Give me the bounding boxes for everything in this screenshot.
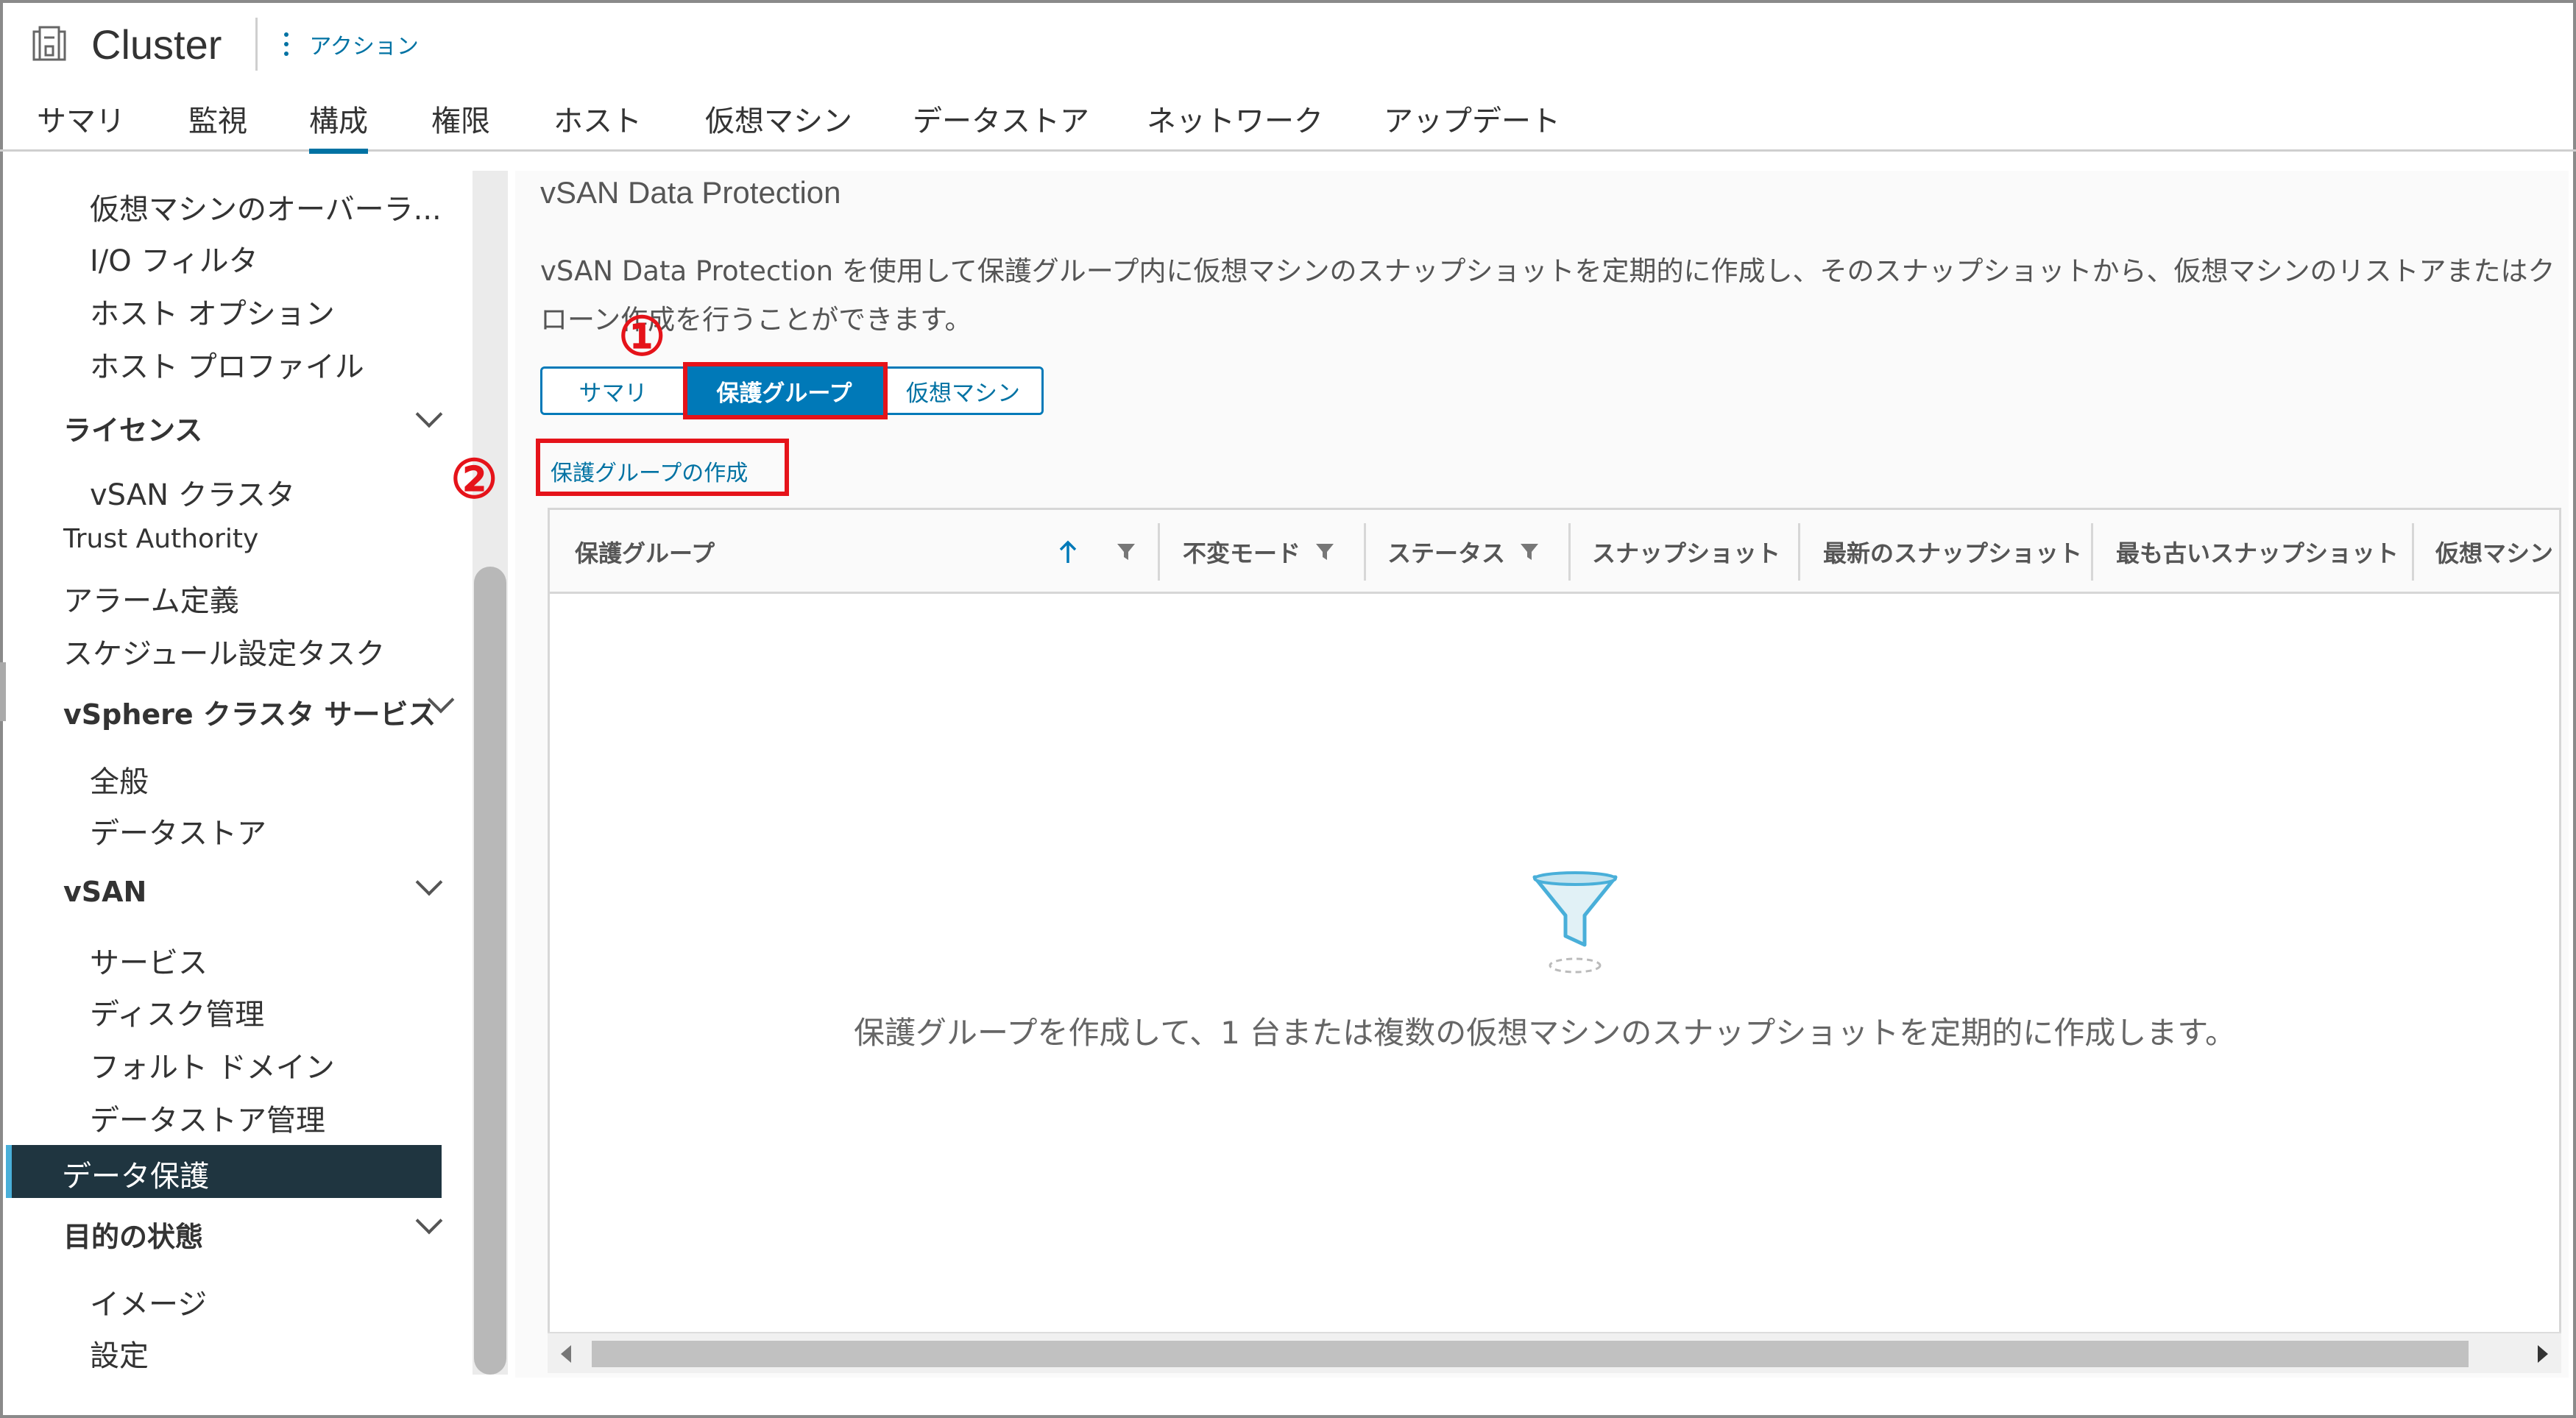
sidebar-item-scheduled-tasks[interactable]: スケジュール設定タスク [63, 630, 385, 673]
column-header-snapshots[interactable]: スナップショット [1592, 510, 1780, 594]
filter-icon[interactable] [1115, 541, 1137, 563]
object-header: Cluster アクション [29, 15, 419, 74]
sidebar-group-vsan[interactable]: vSAN [63, 876, 146, 908]
segment-vms[interactable]: 仮想マシン [882, 369, 1041, 413]
sidebar-item-image[interactable]: イメージ [90, 1280, 207, 1323]
tab-summary[interactable]: サマリ [37, 97, 125, 149]
sidebar-item-settings[interactable]: 設定 [90, 1332, 149, 1375]
sidebar-item-io-filters[interactable]: I/O フィルタ [90, 237, 258, 280]
column-separator [2091, 523, 2093, 581]
sidebar-item-vsan-cluster[interactable]: vSAN クラスタ [90, 471, 295, 514]
sort-ascending-icon[interactable] [1058, 539, 1078, 564]
tab-vms[interactable]: 仮想マシン [705, 97, 852, 149]
column-separator [1798, 523, 1800, 581]
filter-icon[interactable] [1518, 541, 1540, 563]
sidebar-item-alarm-definitions[interactable]: アラーム定義 [63, 577, 239, 620]
kebab-icon [284, 32, 289, 56]
column-label: 保護グループ [575, 539, 715, 567]
segment-summary[interactable]: サマリ [542, 369, 684, 413]
column-label: 不変モード [1183, 539, 1301, 567]
sidebar-item-data-protection[interactable]: データ保護 [6, 1145, 442, 1198]
column-separator [1364, 523, 1366, 581]
tab-datastores[interactable]: データストア [913, 97, 1089, 149]
column-label: 最新のスナップショット [1823, 539, 2083, 567]
config-sidebar: 仮想マシンのオーバーラ... I/O フィルタ ホスト オプション ホスト プロ… [6, 155, 471, 1376]
scroll-left-icon[interactable] [561, 1345, 571, 1363]
annotation-marker-1: ① [618, 305, 666, 367]
header-divider [255, 18, 258, 71]
annotation-marker-2: ② [450, 447, 498, 510]
section-title: vSAN Data Protection [540, 175, 841, 210]
column-header-oldest-snapshot[interactable]: 最も古いスナップショット [2116, 510, 2399, 594]
grid-empty-message: 保護グループを作成して、1 台または複数の仮想マシンのスナップショットを定期的に… [854, 1015, 2236, 1051]
sidebar-item-host-options[interactable]: ホスト オプション [90, 290, 335, 333]
sidebar-scrollbar-thumb[interactable] [474, 567, 506, 1375]
chevron-down-icon[interactable] [415, 1207, 443, 1235]
column-header-vms[interactable]: 仮想マシン [2435, 510, 2553, 594]
tab-updates[interactable]: アップデート [1384, 97, 1560, 149]
scroll-right-icon[interactable] [2538, 1345, 2548, 1363]
sidebar-item-host-profile[interactable]: ホスト プロファイル [90, 343, 364, 386]
section-description: vSAN Data Protection を使用して保護グループ内に仮想マシンの… [540, 255, 2555, 336]
sidebar-item-services[interactable]: サービス [90, 939, 208, 982]
sidebar-item-datastore-management[interactable]: データストア管理 [90, 1096, 325, 1139]
actions-menu[interactable]: アクション [284, 28, 419, 60]
sidebar-item-label: データ保護 [62, 1160, 209, 1194]
object-nav-tabs: サマリ 監視 構成 権限 ホスト 仮想マシン データストア ネットワーク アップ… [0, 88, 2576, 154]
tab-hosts[interactable]: ホスト [553, 97, 642, 149]
column-header-protection-group[interactable]: 保護グループ [575, 510, 715, 594]
tab-configure[interactable]: 構成 [309, 97, 368, 154]
grid-horizontal-scrollbar[interactable] [548, 1332, 2561, 1373]
column-label: スナップショット [1592, 539, 1781, 567]
column-label: 仮想マシン [2435, 539, 2554, 567]
sidebar-group-desired-state[interactable]: 目的の状態 [63, 1214, 203, 1255]
tab-monitor[interactable]: 監視 [188, 97, 247, 149]
tab-networks[interactable]: ネットワーク [1147, 97, 1323, 149]
sidebar-group-vsphere-cluster-services[interactable]: vSphere クラスタ サービス [63, 692, 436, 732]
column-label: ステータス [1387, 539, 1506, 567]
annotation-highlight-1 [683, 362, 888, 419]
pane-resize-handle[interactable] [0, 662, 6, 721]
sidebar-item-vm-overrides[interactable]: 仮想マシンのオーバーラ... [90, 185, 442, 228]
tab-permissions[interactable]: 権限 [431, 97, 490, 149]
create-protection-group-link[interactable]: 保護グループの作成 [551, 455, 748, 487]
sidebar-item-trust-authority[interactable]: Trust Authority [63, 524, 258, 554]
page-title: Cluster [91, 21, 222, 68]
actions-label: アクション [309, 34, 419, 60]
sidebar-item-general[interactable]: 全般 [90, 758, 149, 801]
sidebar-item-fault-domains[interactable]: フォルト ドメイン [90, 1043, 335, 1086]
empty-filter-icon [1532, 871, 1618, 974]
sidebar-item-datastores[interactable]: データストア [90, 809, 266, 852]
column-separator [2412, 523, 2414, 581]
sidebar-item-disk-management[interactable]: ディスク管理 [90, 990, 264, 1033]
column-separator [1568, 523, 1571, 581]
chevron-down-icon[interactable] [415, 868, 443, 896]
column-header-status[interactable]: ステータス [1387, 510, 1540, 594]
chevron-down-icon[interactable] [415, 400, 443, 428]
grid-header: 保護グループ 不変モード ステータス スナップショット 最新のスナップショット … [550, 510, 2559, 594]
column-header-latest-snapshot[interactable]: 最新のスナップショット [1823, 510, 2082, 594]
column-label: 最も古いスナップショット [2116, 539, 2399, 567]
sidebar-group-licensing[interactable]: ライセンス [63, 408, 202, 448]
grid-scrollbar-thumb[interactable] [592, 1341, 2469, 1367]
cluster-icon [32, 26, 66, 61]
filter-icon[interactable] [1314, 541, 1336, 563]
column-header-immutable-mode[interactable]: 不変モード [1183, 510, 1336, 594]
column-separator [1158, 523, 1160, 581]
